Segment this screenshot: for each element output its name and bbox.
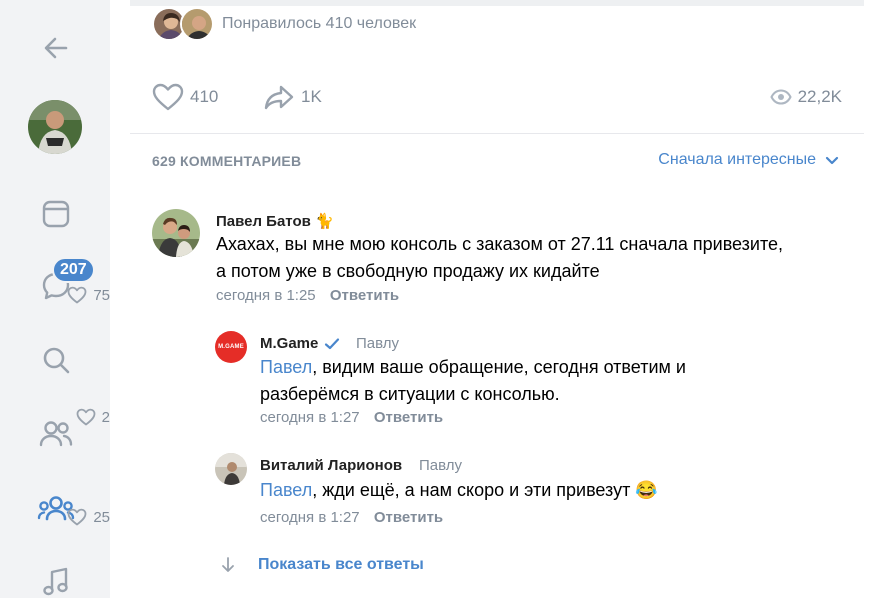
reply-to[interactable]: Павлу bbox=[419, 457, 462, 474]
heart-icon bbox=[152, 83, 184, 111]
reply-author[interactable]: M.Game bbox=[260, 335, 340, 352]
like-button[interactable]: 410 bbox=[152, 80, 218, 114]
post-view: Понравилось 410 человек 410 1K 22,2K 629… bbox=[67, 0, 864, 598]
author-name: M.Game bbox=[260, 335, 319, 352]
share-icon bbox=[264, 85, 294, 110]
author-emoji: 🐈 bbox=[315, 213, 334, 230]
like-count: 410 bbox=[190, 87, 219, 106]
reply-like-count: 2 bbox=[101, 408, 110, 426]
author-name: Павел Батов bbox=[216, 213, 311, 230]
author-name: Виталий Ларионов bbox=[260, 457, 403, 474]
views-count: 22,2K bbox=[797, 87, 842, 106]
reply-avatar[interactable]: M.GAME bbox=[215, 331, 247, 363]
reply-avatar[interactable] bbox=[215, 453, 247, 485]
heart-icon bbox=[76, 408, 96, 426]
reply-time: сегодня в 1:27 bbox=[260, 509, 360, 526]
liker-avatar bbox=[180, 7, 214, 41]
reply-button[interactable]: Ответить bbox=[330, 287, 399, 304]
reply-meta: сегодня в 1:27 Ответить bbox=[260, 409, 443, 426]
views-counter: 22,2K bbox=[769, 80, 842, 114]
reply-like-count: 25 bbox=[93, 508, 110, 526]
post-actions: 410 1K 22,2K bbox=[152, 80, 842, 114]
comment-time: сегодня в 1:25 bbox=[216, 287, 316, 304]
comment-avatar[interactable] bbox=[152, 209, 200, 257]
reply-like-button[interactable]: 25 bbox=[67, 508, 110, 526]
reply-button[interactable]: Ответить bbox=[374, 509, 443, 526]
show-all-replies-label: Показать все ответы bbox=[258, 556, 424, 573]
comment-meta: сегодня в 1:25 Ответить bbox=[216, 287, 399, 304]
comment-text-line: Ахахах, вы мне мою консоль с заказом от … bbox=[216, 234, 784, 254]
reply-time: сегодня в 1:27 bbox=[260, 409, 360, 426]
liked-by-row[interactable]: Понравилось 410 человек bbox=[152, 6, 416, 42]
liked-by-text: Понравилось 410 человек bbox=[222, 15, 417, 32]
sort-label: Сначала интересные bbox=[658, 151, 816, 168]
reply-meta: сегодня в 1:27 Ответить bbox=[260, 509, 443, 526]
reply-button[interactable]: Ответить bbox=[374, 409, 443, 426]
brand-logo-text: M.GAME bbox=[218, 344, 244, 350]
heart-icon bbox=[67, 286, 87, 304]
heart-icon bbox=[67, 508, 87, 526]
reply-text-line: Павел, видим ваше обращение, сегодня отв… bbox=[260, 357, 686, 377]
stories-icon[interactable] bbox=[28, 186, 84, 242]
eye-icon bbox=[769, 89, 792, 105]
sort-dropdown[interactable]: Сначала интересные bbox=[658, 151, 840, 169]
avatar[interactable] bbox=[28, 100, 82, 154]
reply-text-line: разберёмся в ситуации с консолью. bbox=[260, 384, 560, 404]
divider bbox=[130, 133, 864, 134]
mention-link[interactable]: Павел bbox=[260, 480, 312, 500]
reply-to[interactable]: Павлу bbox=[356, 335, 399, 352]
messages-badge: 207 bbox=[52, 257, 95, 283]
back-arrow-icon[interactable] bbox=[28, 20, 84, 76]
comment-text-line: а потом уже в свободную продажу их кидай… bbox=[216, 261, 600, 281]
reply-like-button[interactable]: 2 bbox=[76, 408, 110, 426]
comment-author[interactable]: Павел Батов 🐈 bbox=[216, 212, 334, 230]
comment-like-count: 75 bbox=[93, 286, 110, 304]
share-count: 1K bbox=[301, 87, 322, 106]
arrow-down-icon bbox=[222, 557, 234, 572]
mention-link[interactable]: Павел bbox=[260, 357, 312, 377]
comment-like-button[interactable]: 75 bbox=[67, 286, 110, 304]
comments-count: 629 КОММЕНТАРИЕВ bbox=[152, 153, 302, 169]
reply-text-line: Павел, жди ещё, а нам скоро и эти привез… bbox=[260, 480, 658, 500]
laughing-emoji: 😂 bbox=[635, 480, 658, 500]
show-all-replies-button[interactable]: Показать все ответы bbox=[220, 556, 424, 574]
verified-check-icon bbox=[325, 337, 340, 349]
music-icon[interactable] bbox=[28, 554, 84, 610]
search-icon[interactable] bbox=[28, 332, 84, 388]
chevron-down-icon bbox=[825, 156, 839, 165]
reply-author[interactable]: Виталий Ларионов bbox=[260, 457, 402, 474]
share-button[interactable]: 1K bbox=[264, 80, 322, 114]
